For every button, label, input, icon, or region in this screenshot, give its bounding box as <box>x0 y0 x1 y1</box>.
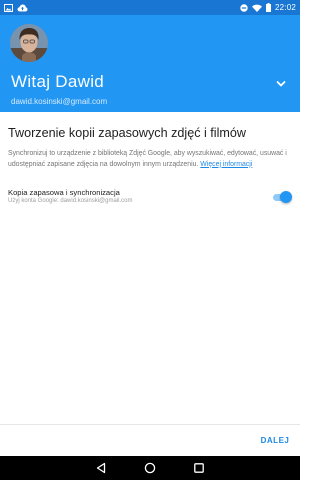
battery-icon <box>265 3 271 12</box>
description-text: Synchronizuj to urządzenie z biblioteką … <box>8 149 293 170</box>
back-icon[interactable] <box>94 461 108 475</box>
more-info-link[interactable]: Więcej informacji <box>200 161 252 168</box>
status-bar-right: 22:02 <box>240 3 296 12</box>
image-icon <box>4 3 13 12</box>
status-bar-left <box>4 3 28 12</box>
backup-sync-setting[interactable]: Kopia zapasowa i synchronizacja Użyj kon… <box>0 184 300 210</box>
avatar <box>10 24 48 62</box>
do-not-disturb-icon <box>240 3 248 12</box>
home-icon[interactable] <box>143 461 157 475</box>
toggle-thumb <box>280 191 292 203</box>
navigation-bar <box>0 456 300 480</box>
footer-divider <box>0 424 300 425</box>
greeting-title: Witaj Dawid <box>11 72 105 91</box>
wifi-icon <box>251 4 262 12</box>
avatar-photo <box>10 24 48 62</box>
status-time: 22:02 <box>274 3 296 12</box>
account-header: Witaj Dawid dawid.kosinski@gmail.com <box>0 15 300 112</box>
chevron-down-icon[interactable] <box>273 76 289 92</box>
setting-subtitle: Użyj konta Google: dawid.kosinski@gmail.… <box>8 198 133 204</box>
recents-icon[interactable] <box>192 461 206 475</box>
account-email: dawid.kosinski@gmail.com <box>11 97 108 106</box>
status-bar: 22:02 <box>0 0 300 15</box>
screen: 22:02 Witaj Dawid dawid.kosinski@gmail.c… <box>0 0 300 480</box>
cloud-upload-icon <box>17 4 28 11</box>
next-button[interactable]: DALEJ <box>254 432 296 448</box>
page-title: Tworzenie kopii zapasowych zdjęć i filmó… <box>8 126 246 140</box>
setting-title: Kopia zapasowa i synchronizacja <box>8 188 120 197</box>
backup-sync-toggle[interactable] <box>272 190 292 204</box>
